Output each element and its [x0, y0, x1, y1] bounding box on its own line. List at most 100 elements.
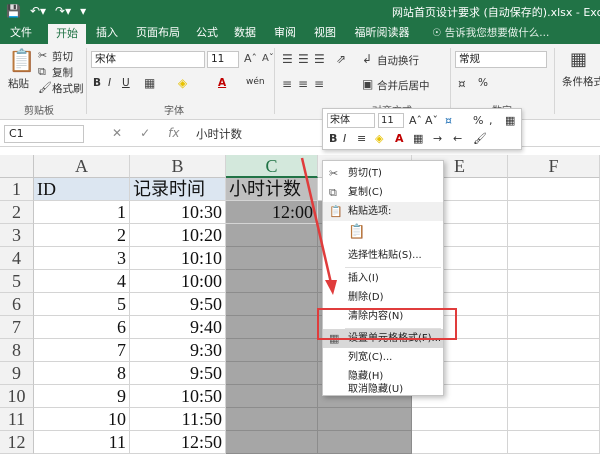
cell-b3[interactable]: 10:20 — [130, 224, 226, 247]
cell-d11[interactable] — [318, 408, 412, 431]
mini-font-color-icon[interactable]: A — [395, 132, 404, 145]
tab-data[interactable]: 数据 — [228, 22, 262, 44]
cell-b7[interactable]: 9:40 — [130, 316, 226, 339]
menu-paste-keep-text[interactable]: 📋 — [323, 223, 443, 245]
align-left-icon[interactable]: ≡ — [282, 77, 292, 91]
cell-f3[interactable] — [508, 224, 600, 247]
align-bottom-icon[interactable]: ☰ — [314, 52, 325, 66]
enter-icon[interactable]: ✓ — [140, 126, 150, 140]
cell-f2[interactable] — [508, 201, 600, 224]
cell-a7[interactable]: 6 — [34, 316, 130, 339]
font-size-select[interactable]: 11 — [207, 51, 239, 68]
insert-function-icon[interactable]: fx — [168, 126, 179, 140]
cell-a11[interactable]: 10 — [34, 408, 130, 431]
copy-button[interactable]: 复制 — [52, 65, 73, 80]
save-icon[interactable]: 💾 — [6, 4, 21, 18]
cell-b12[interactable]: 12:50 — [130, 431, 226, 454]
row-header[interactable]: 3 — [0, 224, 34, 247]
menu-insert[interactable]: 插入(I) — [323, 269, 443, 288]
cancel-icon[interactable]: ✕ — [112, 126, 122, 140]
cell-b6[interactable]: 9:50 — [130, 293, 226, 316]
grow-font-icon[interactable]: Aˆ — [244, 52, 257, 66]
paste-icon[interactable]: 📋 — [8, 50, 35, 74]
cell-a9[interactable]: 8 — [34, 362, 130, 385]
tab-formulas[interactable]: 公式 — [190, 22, 224, 44]
align-top-icon[interactable]: ☰ — [282, 52, 293, 66]
phonetic-guide-button[interactable]: wén — [246, 77, 265, 87]
cell-a5[interactable]: 4 — [34, 270, 130, 293]
fill-color-icon[interactable]: ◈ — [178, 76, 187, 90]
cell-a3[interactable]: 2 — [34, 224, 130, 247]
cell-a6[interactable]: 5 — [34, 293, 130, 316]
bold-button[interactable]: B — [93, 77, 101, 89]
mini-fill-color-icon[interactable]: ◈ — [375, 132, 383, 145]
cell-a4[interactable]: 3 — [34, 247, 130, 270]
row-header[interactable]: 8 — [0, 339, 34, 362]
cell-a2[interactable]: 1 — [34, 201, 130, 224]
tab-insert[interactable]: 插入 — [90, 22, 124, 44]
cell-b4[interactable]: 10:10 — [130, 247, 226, 270]
tab-page-layout[interactable]: 页面布局 — [130, 22, 186, 44]
mini-borders-icon[interactable]: ▦ — [413, 132, 423, 145]
cell-c5[interactable] — [226, 270, 318, 293]
worksheet-grid[interactable]: A B C D E F 1ID记录时间小时计数2110:3012:003210:… — [0, 147, 600, 465]
cell-c9[interactable] — [226, 362, 318, 385]
cell-f4[interactable] — [508, 247, 600, 270]
cell-f6[interactable] — [508, 293, 600, 316]
cell-c7[interactable] — [226, 316, 318, 339]
cell-f12[interactable] — [508, 431, 600, 454]
cell-c4[interactable] — [226, 247, 318, 270]
conditional-format-button[interactable]: 条件格式 — [562, 74, 600, 89]
row-header[interactable]: 1 — [0, 178, 34, 201]
cell-a12[interactable]: 11 — [34, 431, 130, 454]
menu-paste-special[interactable]: 选择性粘贴(S)... — [323, 246, 443, 265]
merge-center-button[interactable]: 合并后居中 — [377, 78, 430, 93]
cell-b10[interactable]: 10:50 — [130, 385, 226, 408]
menu-copy[interactable]: ⧉ 复制(C) — [323, 183, 443, 202]
tab-file[interactable]: 文件 — [4, 22, 38, 44]
row-header[interactable]: 10 — [0, 385, 34, 408]
mini-percent-button[interactable]: % — [473, 114, 483, 127]
name-box[interactable]: C1 — [4, 125, 84, 143]
row-header[interactable]: 9 — [0, 362, 34, 385]
align-right-icon[interactable]: ≡ — [314, 77, 324, 91]
cut-button[interactable]: 剪切 — [52, 49, 73, 64]
accounting-format-icon[interactable]: ¤ — [458, 77, 466, 91]
mini-bold-button[interactable]: B — [329, 132, 337, 145]
cell-b9[interactable]: 9:50 — [130, 362, 226, 385]
cell-c11[interactable] — [226, 408, 318, 431]
column-header-a[interactable]: A — [34, 155, 130, 178]
orientation-icon[interactable]: ⇗ — [336, 52, 346, 66]
cell-a1[interactable]: ID — [34, 178, 130, 201]
font-name-select[interactable]: 宋体 — [91, 51, 205, 68]
cell-f11[interactable] — [508, 408, 600, 431]
tell-me-search[interactable]: ☉ 告诉我您想要做什么... — [432, 22, 549, 44]
customize-qat-icon[interactable]: ▾ — [80, 4, 86, 18]
format-painter-button[interactable]: 格式刷 — [52, 81, 84, 96]
row-header[interactable]: 6 — [0, 293, 34, 316]
column-header-c[interactable]: C — [226, 155, 318, 178]
shrink-font-icon[interactable]: Aˇ — [262, 52, 274, 66]
cell-c3[interactable] — [226, 224, 318, 247]
cell-b5[interactable]: 10:00 — [130, 270, 226, 293]
cell-b11[interactable]: 11:50 — [130, 408, 226, 431]
cell-f10[interactable] — [508, 385, 600, 408]
cell-b1[interactable]: 记录时间 — [130, 178, 226, 201]
cell-c8[interactable] — [226, 339, 318, 362]
formula-input[interactable]: 小时计数 — [196, 126, 242, 142]
mini-font-size-select[interactable]: 11 — [378, 113, 404, 128]
cell-f8[interactable] — [508, 339, 600, 362]
cell-f1[interactable] — [508, 178, 600, 201]
cell-b2[interactable]: 10:30 — [130, 201, 226, 224]
row-header[interactable]: 2 — [0, 201, 34, 224]
redo-icon[interactable]: ↷▾ — [55, 4, 71, 18]
cell-e12[interactable] — [412, 431, 508, 454]
cell-f5[interactable] — [508, 270, 600, 293]
italic-button[interactable]: I — [108, 77, 111, 89]
cell-c1[interactable]: 小时计数 — [226, 178, 318, 201]
number-format-select[interactable]: 常规 — [455, 51, 547, 68]
tab-view[interactable]: 视图 — [308, 22, 342, 44]
cell-c10[interactable] — [226, 385, 318, 408]
row-header[interactable]: 11 — [0, 408, 34, 431]
mini-align-icon[interactable]: ≡ — [357, 132, 366, 145]
